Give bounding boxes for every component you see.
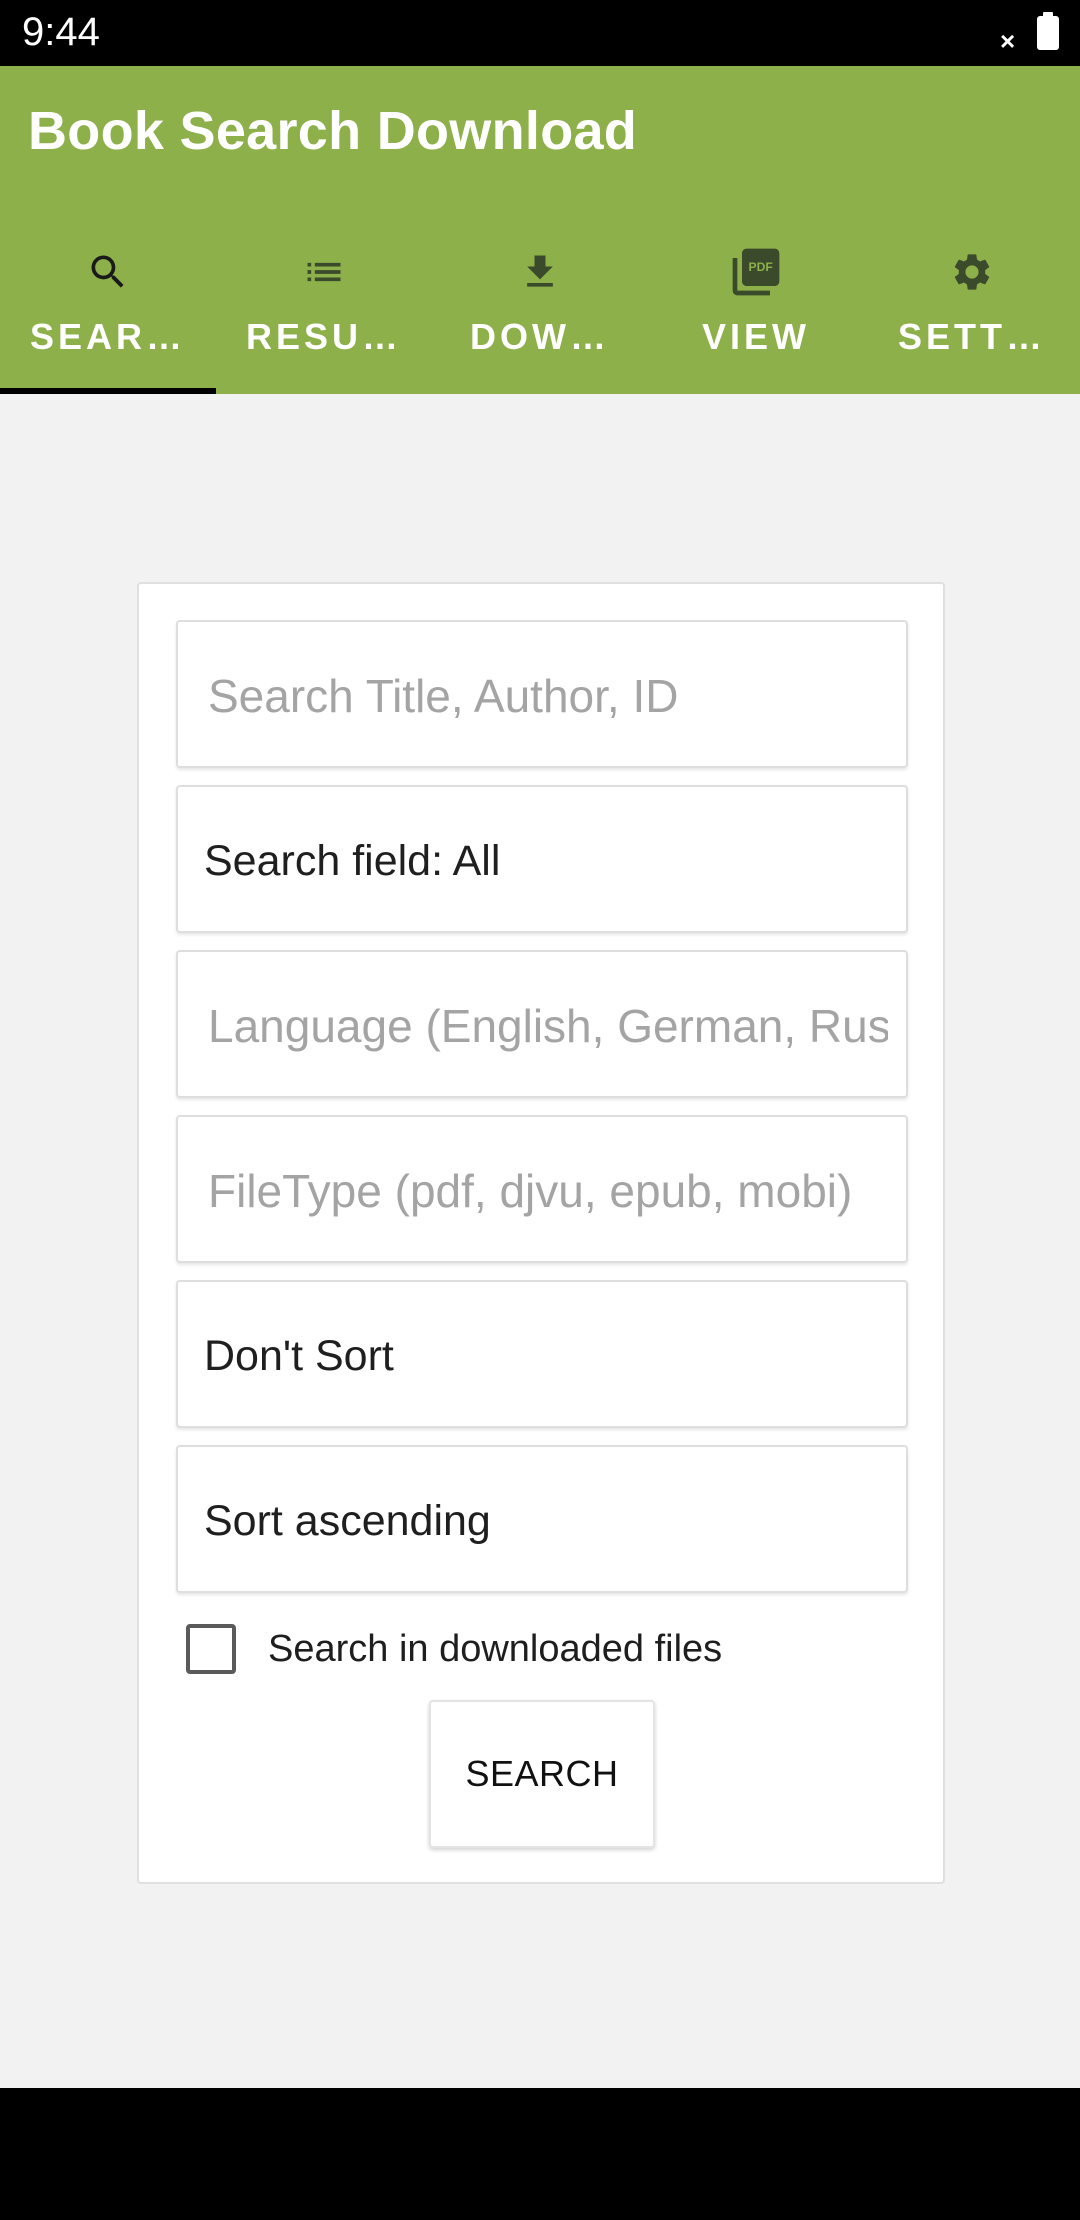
language-input[interactable] [208,952,888,1096]
tab-label: SETT… [897,316,1046,357]
tab-results[interactable]: RESU… [216,224,432,394]
tab-label: VIEW [701,316,810,357]
sort-select[interactable]: Don't Sort [176,1280,908,1428]
tab-label: DOW… [470,316,610,357]
sort-order-value: Sort ascending [204,1497,491,1545]
search-form-card: Search field: All Don't Sort Sort ascend… [137,582,945,1884]
tab-label: SEAR… [29,316,187,357]
tab-downloads[interactable]: DOW… [432,224,648,394]
filetype-field-box [176,1115,908,1263]
search-field-box [176,620,908,768]
search-field-value: Search field: All [204,837,501,885]
status-bar: 9:44 × [0,0,1080,66]
signal-off-icon: × [1000,26,1016,56]
search-button[interactable]: SEARCH [429,1700,655,1848]
tab-settings[interactable]: SETT… [864,224,1080,394]
download-icon [527,255,553,287]
search-downloaded-checkbox[interactable] [186,1624,236,1674]
tab-view[interactable]: PDF VIEW [648,224,864,394]
battery-icon [1037,12,1059,50]
sort-order-select[interactable]: Sort ascending [176,1445,908,1593]
app-title: Book Search Download [28,101,638,161]
pdf-icon: PDF [732,248,780,296]
tab-indicator [0,388,216,394]
sort-value: Don't Sort [204,1332,394,1380]
tab-bar: SEAR… RESU… DOW… PDF VIEW SETT… [0,224,1080,394]
filetype-input[interactable] [208,1117,888,1261]
gear-icon [954,254,990,290]
list-icon [307,262,341,282]
app-bar: Book Search Download SEAR… RESU… DOW… PD… [0,66,1080,394]
tab-search[interactable]: SEAR… [0,224,216,394]
navigation-bar [0,2088,1080,2220]
search-input[interactable] [208,622,888,766]
tab-label: RESU… [245,316,403,357]
svg-text:PDF: PDF [749,260,773,274]
status-time: 9:44 [22,10,100,54]
search-field-select[interactable]: Search field: All [176,785,908,933]
language-field-box [176,950,908,1098]
search-icon [91,255,124,288]
search-downloaded-label[interactable]: Search in downloaded files [268,1628,722,1671]
